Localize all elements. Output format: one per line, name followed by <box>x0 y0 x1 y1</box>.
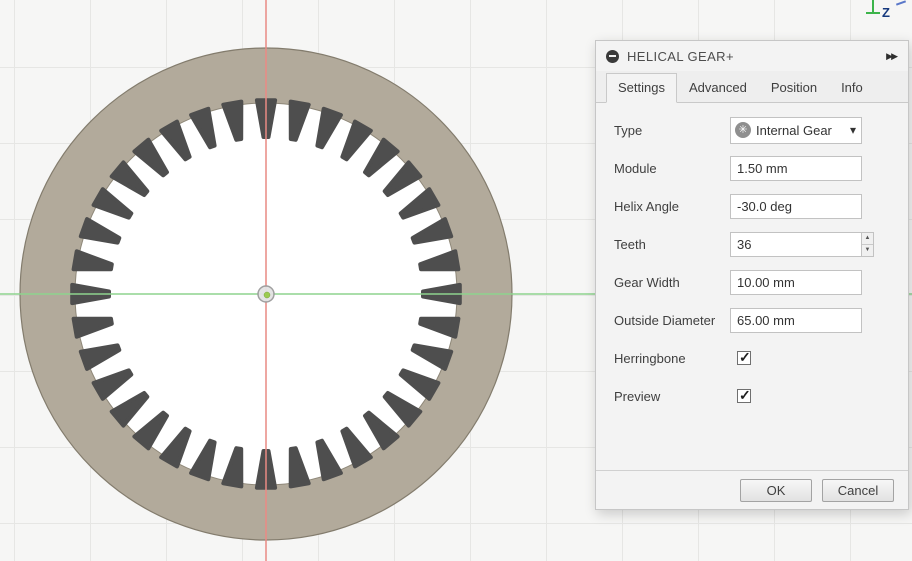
tab-advanced[interactable]: Advanced <box>677 73 759 103</box>
chevron-down-icon <box>850 123 857 137</box>
y-axis-indicator-foot-icon <box>866 12 880 14</box>
helical-gear-dialog: HELICAL GEAR+ Settings Advanced Position… <box>595 40 909 510</box>
dialog-title: HELICAL GEAR+ <box>627 49 734 64</box>
module-input[interactable] <box>730 156 862 181</box>
type-label: Type <box>614 123 730 138</box>
cancel-button[interactable]: Cancel <box>822 479 894 502</box>
ok-button[interactable]: OK <box>740 479 812 502</box>
herringbone-label: Herringbone <box>614 351 730 366</box>
helix-angle-input[interactable] <box>730 194 862 219</box>
row-herringbone: Herringbone <box>596 339 908 377</box>
module-label: Module <box>614 161 730 176</box>
outside-diameter-label: Outside Diameter <box>614 313 730 328</box>
row-outside-diameter: Outside Diameter <box>596 301 908 339</box>
row-helix-angle: Helix Angle <box>596 187 908 225</box>
type-dropdown[interactable]: Internal Gear <box>730 117 862 144</box>
helix-angle-label: Helix Angle <box>614 199 730 214</box>
row-teeth: Teeth <box>596 225 908 263</box>
collapse-arrows-icon[interactable] <box>884 49 898 64</box>
teeth-spinner <box>861 232 874 257</box>
outside-diameter-input[interactable] <box>730 308 862 333</box>
command-icon <box>606 50 619 63</box>
view-triad: Z <box>858 0 904 28</box>
dialog-header[interactable]: HELICAL GEAR+ <box>596 41 908 71</box>
origin-indicator[interactable] <box>258 286 274 302</box>
preview-label: Preview <box>614 389 730 404</box>
type-dropdown-value: Internal Gear <box>756 123 845 138</box>
row-gear-width: Gear Width <box>596 263 908 301</box>
gear-width-label: Gear Width <box>614 275 730 290</box>
tab-position[interactable]: Position <box>759 73 829 103</box>
dialog-body: Type Internal Gear Module Helix Angle T <box>596 103 908 470</box>
teeth-label: Teeth <box>614 237 730 252</box>
preview-checkbox[interactable] <box>737 389 751 403</box>
tab-info[interactable]: Info <box>829 73 875 103</box>
spinner-up-icon[interactable] <box>862 233 873 244</box>
row-module: Module <box>596 149 908 187</box>
tab-settings[interactable]: Settings <box>606 73 677 103</box>
spinner-down-icon[interactable] <box>862 244 873 256</box>
dialog-tabbar: Settings Advanced Position Info <box>596 71 908 103</box>
herringbone-checkbox[interactable] <box>737 351 751 365</box>
teeth-input[interactable] <box>730 232 862 257</box>
row-preview: Preview <box>596 377 908 415</box>
z-axis-label: Z <box>882 5 890 20</box>
gear-width-input[interactable] <box>730 270 862 295</box>
row-type: Type Internal Gear <box>596 111 908 149</box>
dialog-footer: OK Cancel <box>596 470 908 509</box>
gear-type-icon <box>735 122 751 138</box>
